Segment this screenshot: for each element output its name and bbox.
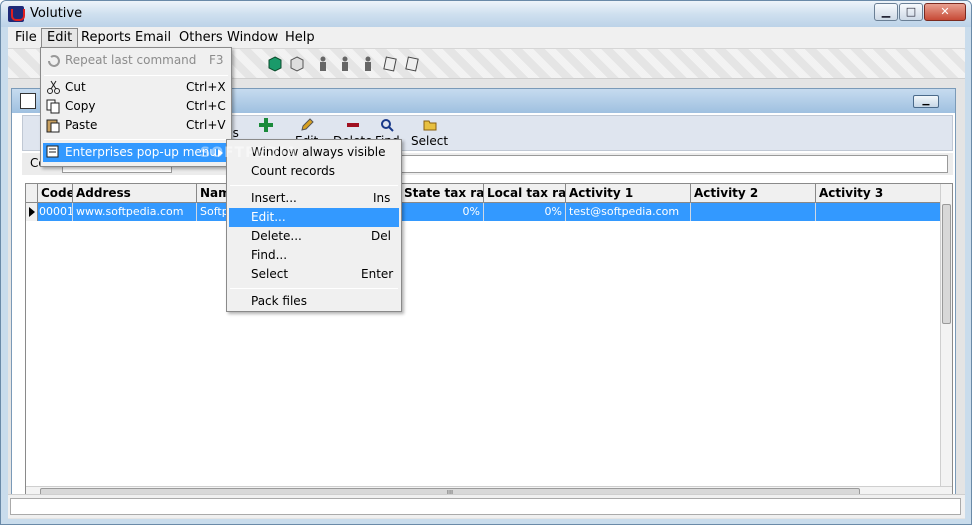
- column-header-code[interactable]: Code: [38, 184, 73, 203]
- magnifier-icon: [381, 119, 395, 132]
- menu-item-enterprises-popup[interactable]: Enterprises pop-up menu: [43, 143, 229, 162]
- cell-activity-3[interactable]: [816, 203, 942, 221]
- popup-menu-icon: [46, 145, 59, 158]
- row-indicator-arrow-icon: [26, 203, 38, 221]
- menu-item-select[interactable]: Select Enter: [229, 265, 399, 284]
- person-icon[interactable]: [361, 56, 375, 72]
- menu-edit[interactable]: Edit: [41, 28, 79, 48]
- cell-activity-1[interactable]: test@softpedia.com: [566, 203, 691, 221]
- menu-file[interactable]: File: [10, 28, 42, 48]
- title-bar[interactable]: Volutive ▁ □ ✕: [1, 1, 971, 27]
- edit-menu: Repeat last command F3 Cut Ctrl+X Copy C…: [40, 47, 232, 167]
- person-icon[interactable]: [338, 56, 352, 72]
- column-header-activity-1[interactable]: Activity 1: [566, 184, 691, 203]
- status-bar: [8, 494, 965, 518]
- paste-icon: [46, 119, 60, 133]
- submenu-arrow-icon: [218, 149, 223, 157]
- minimize-button[interactable]: ▁: [874, 3, 898, 21]
- menu-item-pack-files[interactable]: Pack files: [229, 292, 399, 311]
- menu-help[interactable]: Help: [280, 28, 320, 48]
- cell-code[interactable]: 00001: [38, 203, 73, 221]
- column-header-address[interactable]: Address: [73, 184, 197, 203]
- menu-separator: [44, 75, 228, 76]
- person-icon[interactable]: [316, 56, 330, 72]
- repeat-icon: [48, 55, 60, 67]
- cell-local-tax[interactable]: 0%: [484, 203, 566, 221]
- select-button-label: Select: [411, 134, 449, 148]
- enterprises-popup-menu: Window always visible Count records Inse…: [226, 139, 402, 312]
- plus-icon: [259, 118, 273, 132]
- column-header-state-tax[interactable]: State tax rate: [401, 184, 484, 203]
- menu-bar: File Edit Reports Email Others Window He…: [8, 27, 965, 49]
- menu-item-edit[interactable]: Edit...: [229, 208, 399, 227]
- menu-item-repeat-last-command[interactable]: Repeat last command F3: [43, 51, 229, 70]
- pencil-icon: [300, 118, 314, 131]
- status-field: [10, 498, 961, 515]
- vertical-scrollbar[interactable]: [940, 184, 952, 486]
- menu-item-count-records[interactable]: Count records: [229, 162, 399, 181]
- document-icon[interactable]: [383, 56, 397, 72]
- menu-window[interactable]: Window: [222, 28, 283, 48]
- column-header-activity-2[interactable]: Activity 2: [691, 184, 816, 203]
- child-minimize-button[interactable]: ▁: [913, 95, 939, 108]
- cell-address[interactable]: www.softpedia.com: [73, 203, 197, 221]
- menu-others[interactable]: Others: [174, 28, 228, 48]
- menu-item-find[interactable]: Find...: [229, 246, 399, 265]
- close-button[interactable]: ✕: [924, 3, 966, 21]
- cell-activity-2[interactable]: [691, 203, 816, 221]
- add-button[interactable]: [259, 118, 273, 134]
- menu-item-insert[interactable]: Insert... Ins: [229, 189, 399, 208]
- table-icon: [20, 93, 36, 109]
- scissors-icon: [47, 80, 60, 94]
- cube-icon[interactable]: [268, 56, 282, 72]
- menu-item-delete[interactable]: Delete... Del: [229, 227, 399, 246]
- menu-item-copy[interactable]: Copy Ctrl+C: [43, 97, 229, 116]
- menu-item-window-always-visible[interactable]: Window always visible: [229, 143, 399, 162]
- menu-item-cut[interactable]: Cut Ctrl+X: [43, 78, 229, 97]
- table-row[interactable]: 00001 www.softpedia.com Softp 0% 0% test…: [26, 203, 942, 221]
- menu-separator: [230, 288, 398, 289]
- menu-separator: [230, 185, 398, 186]
- vertical-scroll-thumb[interactable]: [942, 204, 951, 324]
- maximize-button[interactable]: □: [899, 3, 923, 21]
- folder-icon: [423, 120, 437, 131]
- menu-separator: [44, 139, 228, 140]
- column-header-activity-3[interactable]: Activity 3: [816, 184, 942, 203]
- minus-icon: [346, 123, 359, 127]
- grid-header: Code Address Name State tax rate Local t…: [26, 184, 942, 203]
- window-title: Volutive: [30, 6, 83, 21]
- document-icon[interactable]: [405, 56, 419, 72]
- column-header-local-tax[interactable]: Local tax rate: [484, 184, 566, 203]
- menu-email[interactable]: Email: [130, 28, 176, 48]
- menu-item-paste[interactable]: Paste Ctrl+V: [43, 116, 229, 135]
- enterprises-grid: Code Address Name State tax rate Local t…: [25, 183, 953, 499]
- select-button[interactable]: Select: [411, 118, 448, 148]
- cell-state-tax[interactable]: 0%: [401, 203, 484, 221]
- box-icon[interactable]: [290, 56, 304, 72]
- header-indicator: [26, 184, 38, 203]
- copy-icon: [46, 99, 60, 114]
- app-logo-icon: [8, 6, 25, 22]
- menu-reports[interactable]: Reports: [76, 28, 136, 48]
